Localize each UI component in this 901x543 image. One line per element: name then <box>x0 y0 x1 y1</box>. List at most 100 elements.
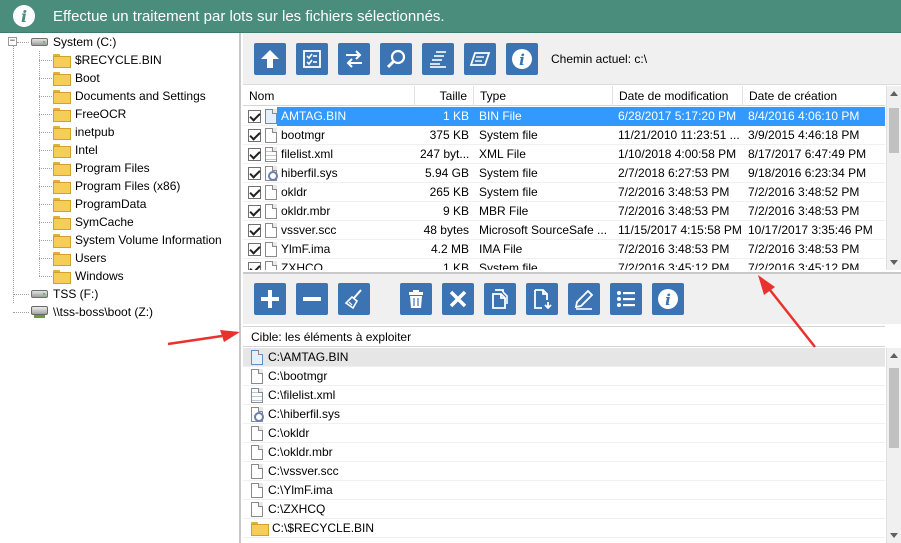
list-item[interactable]: C:\YlmF.ima <box>243 481 885 500</box>
invert-selection-button[interactable] <box>338 42 370 75</box>
row-checkbox[interactable] <box>248 185 261 199</box>
select-all-button[interactable] <box>296 42 328 75</box>
tree-item-label: Documents and Settings <box>75 89 206 103</box>
scroll-up-icon[interactable] <box>890 91 898 96</box>
file-name: okldr.mbr <box>281 203 331 218</box>
rename-button[interactable] <box>464 42 496 75</box>
table-row[interactable]: hiberfil.sys 5.94 GB System file 2/7/2018 6… <box>243 164 885 183</box>
list-item[interactable]: C:\hiberfil.sys <box>243 405 885 424</box>
row-checkbox[interactable] <box>248 261 261 270</box>
tree-item-drive[interactable]: TSS (F:) <box>31 285 98 303</box>
table-row[interactable]: ZXHCQ 1 KB System file 7/2/2016 3:45:12 PM 7… <box>243 259 885 270</box>
tree-item-folder[interactable]: $RECYCLE.BIN <box>53 51 162 69</box>
grid-scrollbar[interactable] <box>886 86 901 270</box>
tree-item-drive[interactable]: \\tss-boss\boot (Z:) <box>31 303 153 321</box>
list-item[interactable]: C:\okldr.mbr <box>243 443 885 462</box>
folder-icon <box>53 162 71 176</box>
copy-button[interactable] <box>484 283 516 315</box>
folder-tree[interactable]: − System (C:) $RECYCLE.BIN Boot Documents an… <box>0 33 241 543</box>
row-checkbox[interactable] <box>248 109 261 123</box>
tree-item-system-c[interactable]: System (C:) <box>31 33 116 51</box>
modified-date: 1/10/2018 4:00:58 PM <box>618 146 737 161</box>
properties-button[interactable]: i <box>506 42 538 75</box>
file-icon <box>265 146 277 162</box>
target-items-list[interactable]: Cible: les éléments à exploiter C:\AMTAG… <box>243 326 901 543</box>
row-checkbox[interactable] <box>248 223 261 237</box>
column-created[interactable]: Date de création <box>743 86 885 106</box>
table-row[interactable]: filelist.xml 247 byt... XML File 1/10/2018 … <box>243 145 885 164</box>
scroll-down-icon[interactable] <box>890 533 898 538</box>
remove-button[interactable] <box>296 283 328 315</box>
tree-item-folder[interactable]: Intel <box>53 141 98 159</box>
scroll-up-icon[interactable] <box>890 353 898 358</box>
search-icon <box>386 49 406 68</box>
column-name[interactable]: Nom <box>243 86 415 106</box>
filter-list-icon <box>430 50 446 68</box>
tree-item-folder[interactable]: Users <box>53 249 106 267</box>
table-row[interactable]: AMTAG.BIN 1 KB BIN File 6/28/2017 5:17:20 P… <box>243 106 885 126</box>
tree-item-folder[interactable]: Program Files (x86) <box>53 177 180 195</box>
target-scrollbar[interactable] <box>886 348 901 543</box>
file-list-grid[interactable]: Nom Taille Type Date de modification Dat… <box>243 86 901 270</box>
file-icon <box>251 444 263 460</box>
row-checkbox[interactable] <box>248 128 261 142</box>
table-row[interactable]: bootmgr 375 KB System file 11/21/2010 11:23… <box>243 126 885 145</box>
edit-button[interactable] <box>568 283 600 315</box>
row-checkbox[interactable] <box>248 147 261 161</box>
name-cell: bootmgr <box>243 126 415 145</box>
target-path: C:\bootmgr <box>268 369 328 383</box>
move-button[interactable] <box>526 283 558 315</box>
clear-button[interactable] <box>338 283 370 315</box>
tree-item-folder[interactable]: Documents and Settings <box>53 87 206 105</box>
details-list-button[interactable] <box>610 283 642 315</box>
scroll-thumb[interactable] <box>889 108 899 153</box>
list-item[interactable]: C:\filelist.xml <box>243 386 885 405</box>
scroll-down-icon[interactable] <box>890 260 898 265</box>
tree-item-folder[interactable]: FreeOCR <box>53 105 126 123</box>
file-size: 375 KB <box>429 127 469 142</box>
scroll-thumb[interactable] <box>889 368 899 448</box>
tree-item-folder[interactable]: SymCache <box>53 213 134 231</box>
file-icon <box>251 406 264 422</box>
batch-info-button[interactable]: i <box>652 283 684 315</box>
tree-item-folder[interactable]: Program Files <box>53 159 150 177</box>
column-size[interactable]: Taille <box>415 86 474 106</box>
tree-item-folder[interactable]: inetpub <box>53 123 114 141</box>
table-row[interactable]: okldr.mbr 9 KB MBR File 7/2/2016 3:48:53 PM… <box>243 202 885 221</box>
file-type: System file <box>479 260 538 271</box>
table-row[interactable]: YlmF.ima 4.2 MB IMA File 7/2/2016 3:48:53 P… <box>243 240 885 259</box>
folder-icon <box>53 234 71 248</box>
up-folder-button[interactable] <box>254 42 286 75</box>
collapse-toggle[interactable]: − <box>8 37 17 46</box>
created-date: 7/2/2016 3:48:53 PM <box>748 241 860 256</box>
list-item[interactable]: C:\vssver.scc <box>243 462 885 481</box>
row-checkbox[interactable] <box>248 166 261 180</box>
recycle-button[interactable] <box>400 283 432 315</box>
delete-button[interactable] <box>442 283 474 315</box>
list-item[interactable]: C:\bootmgr <box>243 367 885 386</box>
tree-item-folder[interactable]: System Volume Information <box>53 231 222 249</box>
drive-icon <box>31 38 48 46</box>
column-type[interactable]: Type <box>474 86 613 106</box>
tree-item-folder[interactable]: Boot <box>53 69 100 87</box>
list-item[interactable]: C:\AMTAG.BIN <box>243 348 885 367</box>
add-button[interactable] <box>254 283 286 315</box>
row-checkbox[interactable] <box>248 204 261 218</box>
row-checkbox[interactable] <box>248 242 261 256</box>
file-name: ZXHCQ <box>281 260 323 271</box>
filter-button[interactable] <box>422 42 454 75</box>
target-path: C:\$RECYCLE.BIN <box>272 521 375 535</box>
tree-item-label: System Volume Information <box>75 233 222 247</box>
table-row[interactable]: vssver.scc 48 bytes Microsoft SourceSafe .… <box>243 221 885 240</box>
tree-item-folder[interactable]: ProgramData <box>53 195 146 213</box>
folder-icon <box>53 126 71 140</box>
list-item[interactable]: C:\$RECYCLE.BIN <box>243 519 885 538</box>
list-item[interactable]: C:\okldr <box>243 424 885 443</box>
table-row[interactable]: okldr 265 KB System file 7/2/2016 3:48:53 P… <box>243 183 885 202</box>
tree-item-folder[interactable]: Windows <box>53 267 124 285</box>
column-modified[interactable]: Date de modification <box>613 86 743 106</box>
list-item[interactable]: C:\ZXHCQ <box>243 500 885 519</box>
created-date: 10/17/2017 3:35:46 PM <box>748 222 873 237</box>
navigation-toolbar: i Chemin actuel: c:\ <box>243 33 901 85</box>
search-button[interactable] <box>380 42 412 75</box>
